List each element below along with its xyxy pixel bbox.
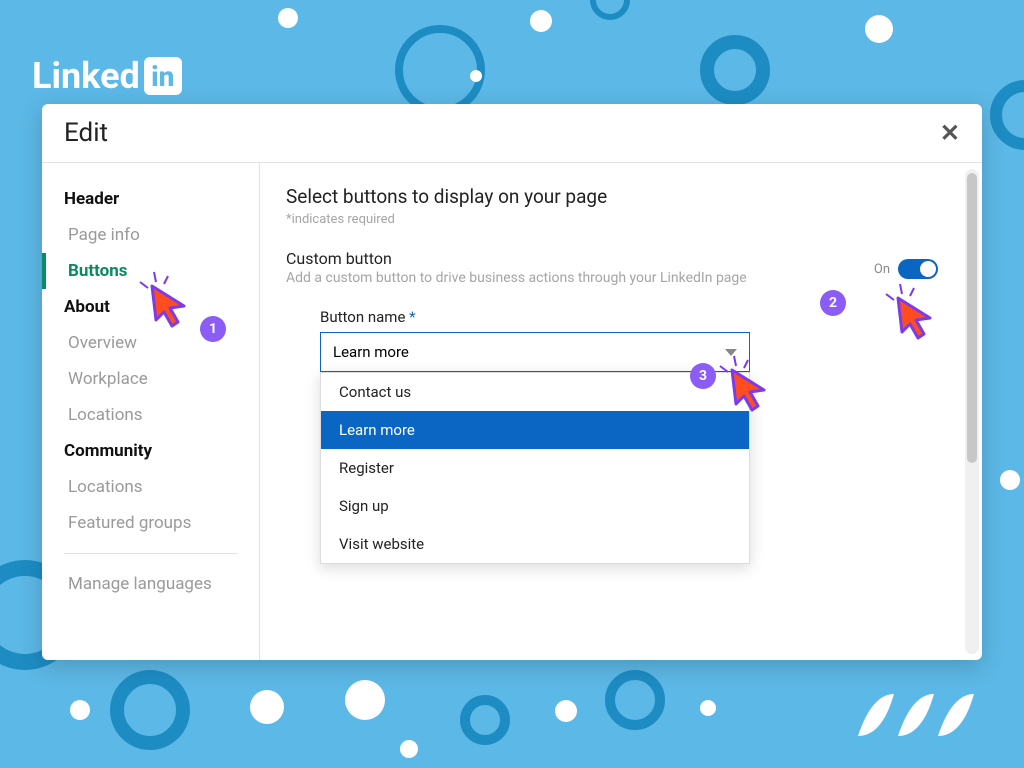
- bg-dot: [700, 700, 716, 716]
- nav-item-locations[interactable]: Locations: [42, 397, 259, 433]
- nav-item-overview[interactable]: Overview: [42, 325, 259, 361]
- edit-modal: Edit ✕ Header Page info Buttons About Ov…: [42, 104, 982, 660]
- required-note: *indicates required: [286, 212, 938, 227]
- custom-button-row: Custom button Add a custom button to dri…: [286, 249, 938, 286]
- nav-item-workplace[interactable]: Workplace: [42, 361, 259, 397]
- nav-item-page-info[interactable]: Page info: [42, 217, 259, 253]
- nav-item-community-locations[interactable]: Locations: [42, 469, 259, 505]
- button-name-dropdown: Contact us Learn more Register Sign up V…: [320, 372, 750, 564]
- scrollbar[interactable]: [965, 169, 979, 654]
- button-name-field: Button name * Learn more Contact us Lear…: [320, 308, 750, 372]
- nav-section-community: Community: [42, 433, 259, 469]
- bg-dot: [1000, 470, 1020, 490]
- content-panel: Select buttons to display on your page *…: [260, 163, 982, 660]
- logo-text-linked: Linked: [32, 55, 140, 97]
- step-badge-2: 2: [820, 290, 846, 316]
- dropdown-option-register[interactable]: Register: [321, 449, 749, 487]
- dropdown-option-sign-up[interactable]: Sign up: [321, 487, 749, 525]
- dropdown-option-learn-more[interactable]: Learn more: [321, 411, 749, 449]
- bg-dot: [530, 10, 552, 32]
- custom-button-title: Custom button: [286, 249, 856, 268]
- logo-in-box: in: [144, 57, 182, 95]
- modal-title: Edit: [64, 118, 108, 148]
- select-value: Learn more: [333, 343, 409, 361]
- button-name-label: Button name *: [320, 308, 750, 326]
- sidebar: Header Page info Buttons About Overview …: [42, 163, 260, 660]
- bg-ring: [590, 0, 630, 20]
- bg-dot: [70, 700, 90, 720]
- nav-section-header: Header: [42, 181, 259, 217]
- bg-dot: [400, 740, 418, 758]
- nav-item-buttons[interactable]: Buttons: [42, 253, 259, 289]
- step-badge-3: 3: [690, 363, 716, 389]
- modal-body: Header Page info Buttons About Overview …: [42, 163, 982, 660]
- dropdown-option-visit-website[interactable]: Visit website: [321, 525, 749, 563]
- linkedin-logo: Linked in: [32, 55, 182, 97]
- button-name-select[interactable]: Learn more: [320, 332, 750, 372]
- bg-dot: [555, 700, 577, 722]
- bg-ring: [605, 670, 665, 730]
- chevron-down-icon: [725, 349, 737, 356]
- nav-item-featured-groups[interactable]: Featured groups: [42, 505, 259, 541]
- scrollbar-thumb[interactable]: [967, 173, 977, 463]
- brand-swoosh-icon: [852, 686, 992, 746]
- bg-ring: [395, 25, 485, 115]
- custom-button-desc: Add a custom button to drive business ac…: [286, 270, 856, 286]
- nav-item-manage-languages[interactable]: Manage languages: [42, 566, 259, 602]
- step-badge-1: 1: [200, 316, 226, 342]
- nav-divider: [64, 553, 237, 554]
- dropdown-option-contact-us[interactable]: Contact us: [321, 373, 749, 411]
- bg-ring: [460, 695, 510, 745]
- bg-dot: [250, 690, 284, 724]
- bg-dot: [470, 70, 482, 82]
- close-button[interactable]: ✕: [940, 119, 960, 147]
- toggle-label: On: [874, 262, 890, 277]
- content-title: Select buttons to display on your page: [286, 185, 938, 208]
- modal-header: Edit ✕: [42, 104, 982, 163]
- bg-dot: [345, 680, 385, 720]
- required-asterisk: *: [409, 308, 415, 326]
- bg-dot: [278, 8, 298, 28]
- bg-ring: [990, 80, 1024, 150]
- bg-dot: [865, 15, 893, 43]
- nav-section-about: About: [42, 289, 259, 325]
- custom-button-toggle[interactable]: [898, 259, 938, 279]
- bg-ring: [110, 670, 190, 750]
- bg-ring: [700, 35, 770, 105]
- field-label-text: Button name: [320, 308, 405, 326]
